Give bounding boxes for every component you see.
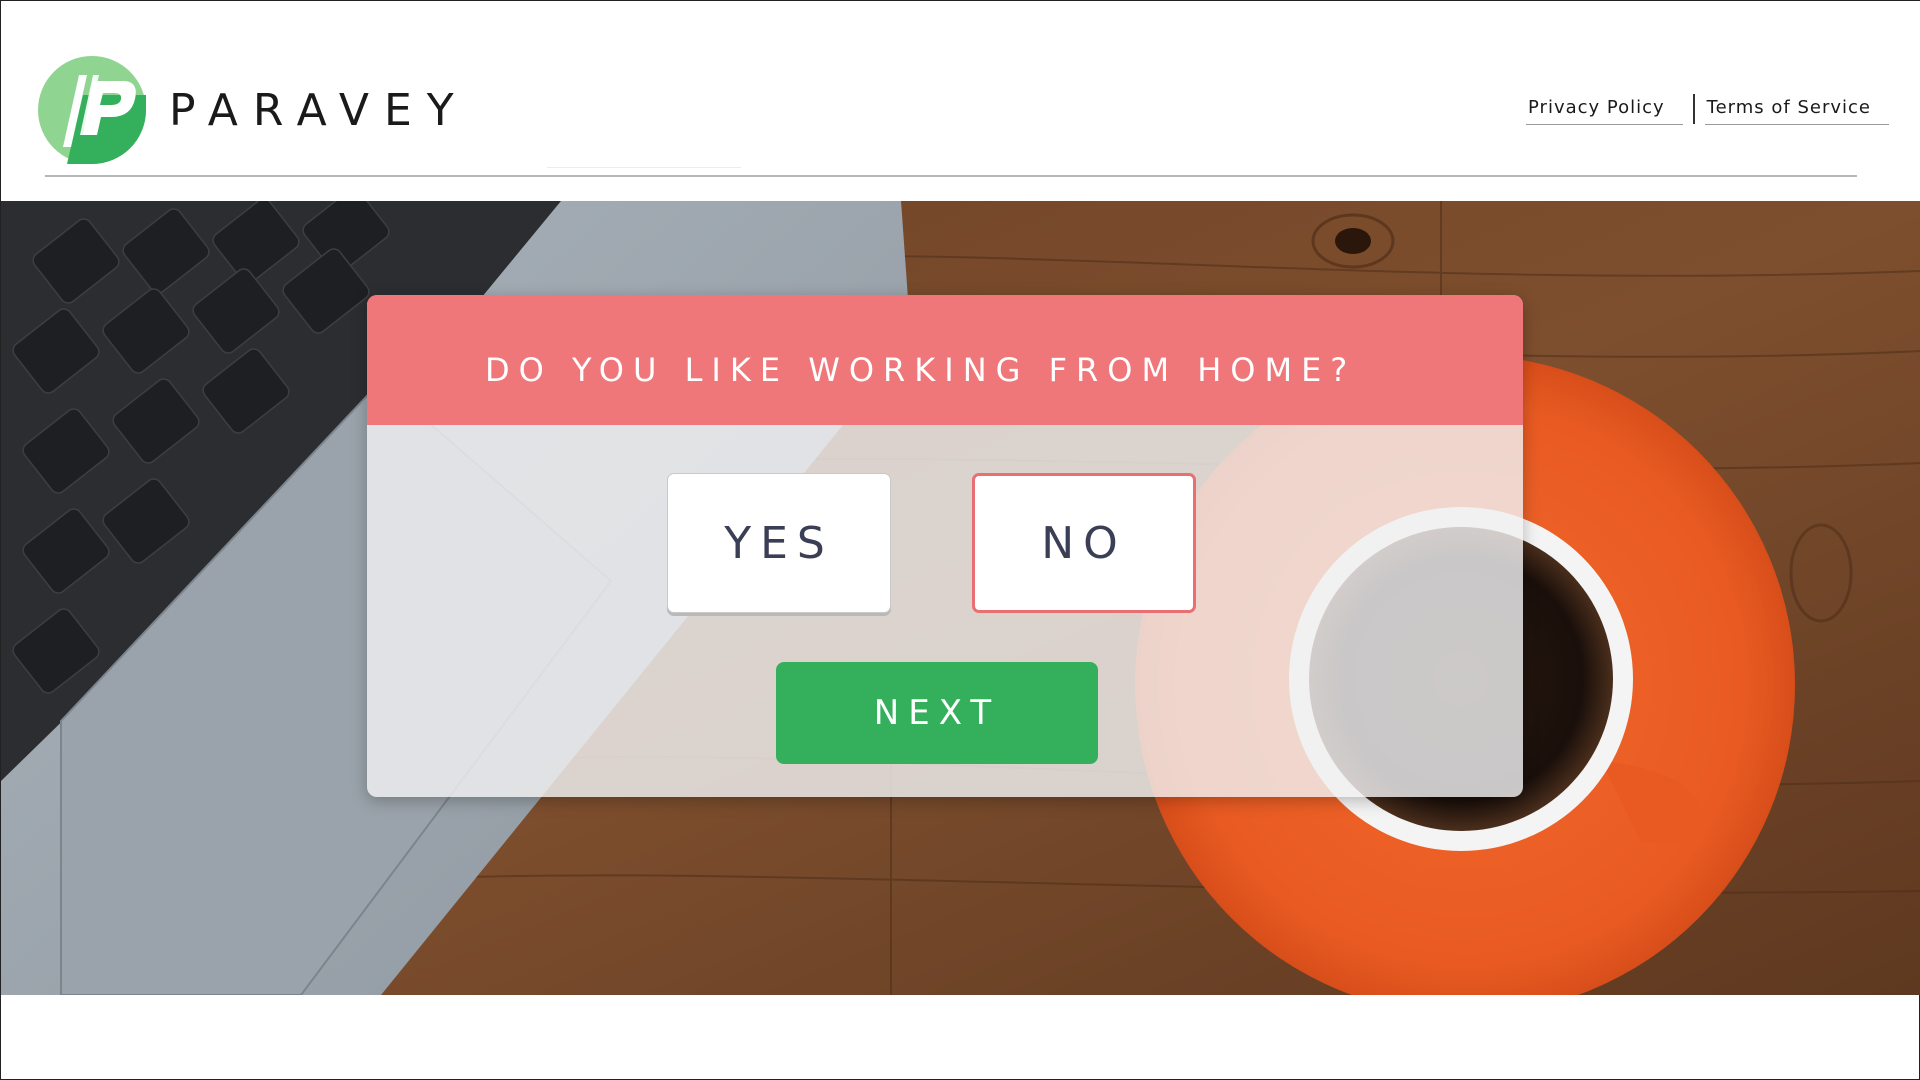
brand-logo[interactable]: PARAVEY — [37, 55, 469, 165]
link-divider — [1692, 94, 1695, 124]
brand-name: PARAVEY — [169, 84, 469, 136]
terms-of-service-link[interactable]: Terms of Service — [1704, 93, 1889, 125]
yes-button[interactable]: YES — [667, 473, 891, 613]
no-button[interactable]: NO — [972, 473, 1196, 613]
page: PARAVEY Privacy Policy Terms of Service — [0, 0, 1920, 1080]
header-accent-line — [547, 167, 741, 168]
survey-card: DO YOU LIKE WORKING FROM HOME? YES NO NE… — [367, 295, 1523, 797]
header-divider-line — [45, 175, 1857, 177]
header-links: Privacy Policy Terms of Service — [1526, 93, 1889, 125]
paravey-logo-icon — [38, 56, 146, 164]
question-text: DO YOU LIKE WORKING FROM HOME? — [485, 351, 1357, 389]
next-button[interactable]: NEXT — [776, 662, 1098, 764]
privacy-policy-link[interactable]: Privacy Policy — [1526, 93, 1683, 125]
question-header: DO YOU LIKE WORKING FROM HOME? — [367, 295, 1523, 425]
no-label: NO — [1041, 517, 1127, 569]
next-label: NEXT — [873, 693, 1001, 733]
site-header: PARAVEY Privacy Policy Terms of Service — [1, 1, 1920, 201]
yes-label: YES — [724, 517, 834, 569]
